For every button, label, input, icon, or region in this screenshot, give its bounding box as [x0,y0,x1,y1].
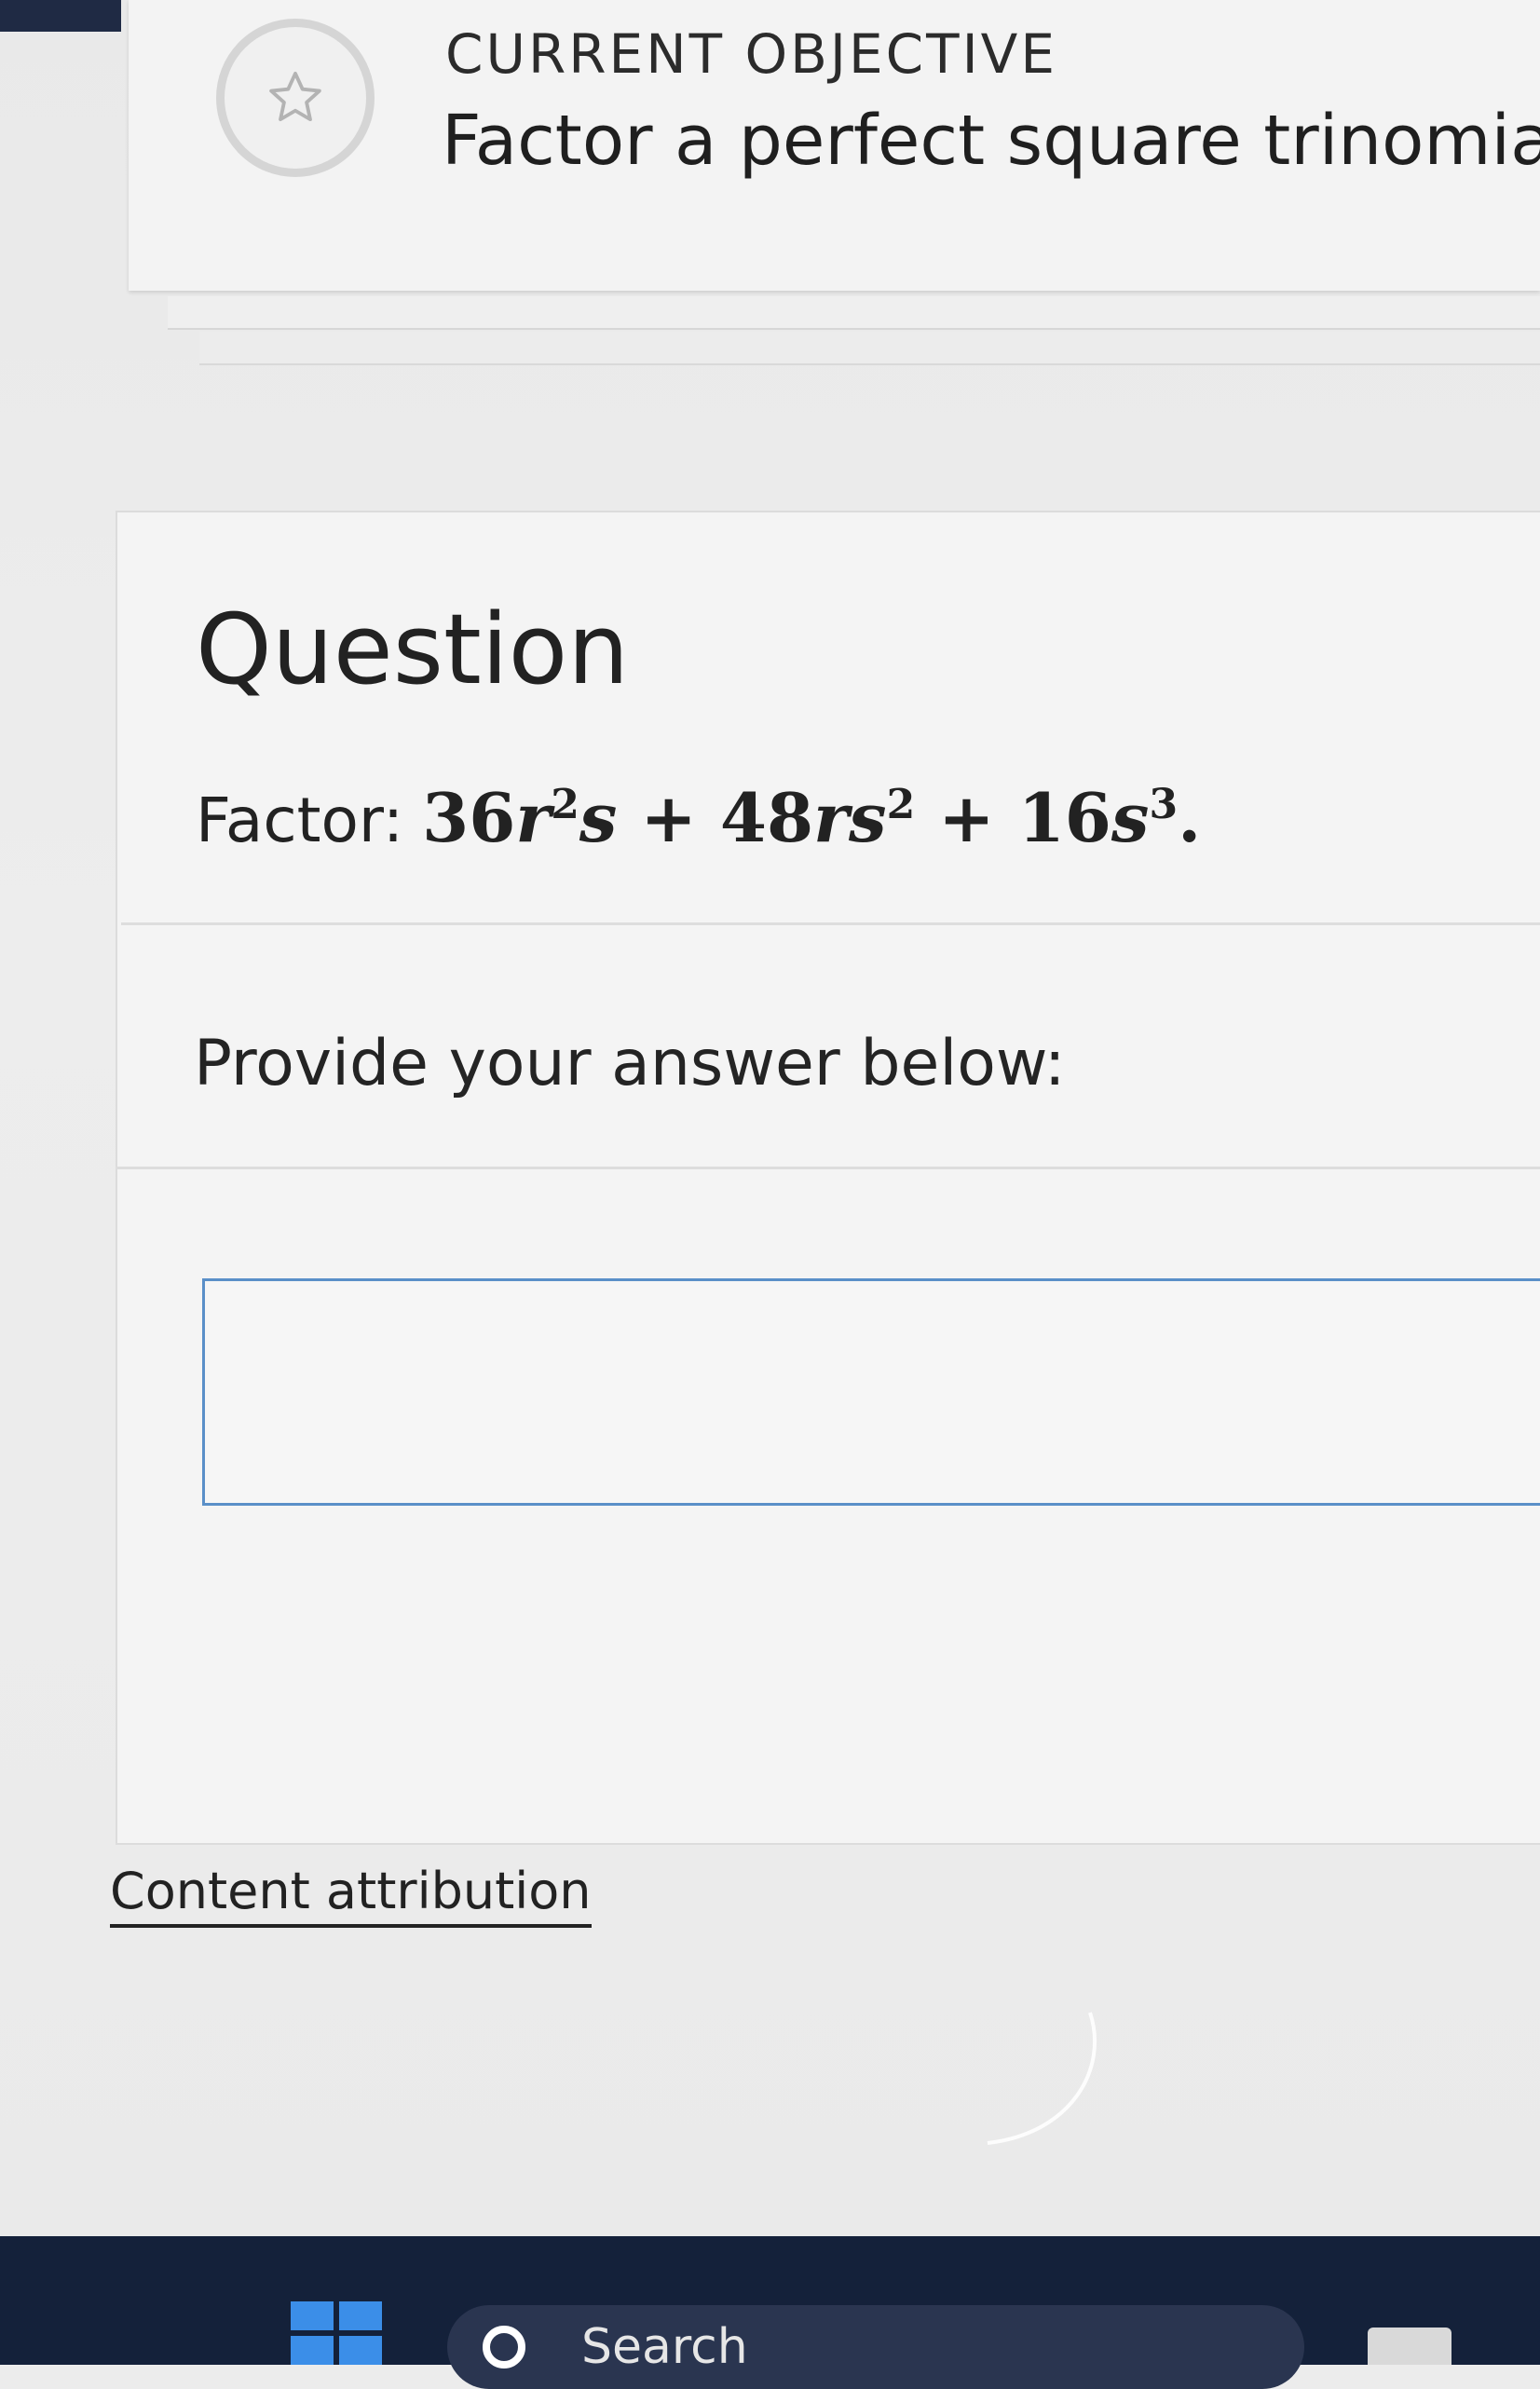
objective-badge[interactable] [216,19,375,177]
windows-logo-pane [339,2336,382,2365]
star-icon [269,71,321,122]
windows-logo-pane [291,2301,334,2330]
objective-card-stack-back [199,332,1540,365]
objective-card-stack-middle [168,296,1540,330]
term2-variable-s: s [849,778,887,857]
operator-plus-1: + [640,778,697,857]
term3-variable-s: s [1111,778,1150,857]
divider [116,1167,1540,1169]
answer-prompt: Provide your answer below: [194,1027,1066,1100]
term1-coefficient: 36 [422,778,516,857]
term2-exponent: 2 [886,781,916,828]
term2-coefficient: 48 [719,778,814,857]
tray-app-icon[interactable] [1368,2328,1451,2365]
math-expression: 36r2s + 48rs2 + 16s3. [422,778,1201,857]
taskbar-search-box[interactable]: Search [447,2305,1304,2389]
window-corner [0,0,121,32]
operator-plus-2: + [938,778,995,857]
question-prompt: Factor: 36r2s + 48rs2 + 16s3. [196,778,1201,857]
objective-title: Factor a perfect square trinomial [442,101,1540,181]
term1-variable-s: s [579,778,618,857]
divider [121,922,1540,925]
term3-exponent: 3 [1149,781,1179,828]
content-attribution-link[interactable]: Content attribution [110,1862,592,1928]
prompt-label: Factor: [196,785,404,856]
term3-coefficient: 16 [1017,778,1111,857]
search-icon [483,2326,525,2369]
answer-input[interactable] [202,1278,1540,1506]
question-heading: Question [196,593,630,706]
screen-glare-arc [987,2012,1097,2145]
expression-period: . [1178,778,1202,857]
search-placeholder: Search [581,2319,748,2375]
windows-logo-pane [291,2336,334,2365]
windows-logo-icon[interactable] [291,2301,384,2365]
term2-variable-r: r [813,778,850,857]
windows-logo-pane [339,2301,382,2330]
question-card [116,511,1540,1845]
term1-variable-r: r [515,778,552,857]
objective-label: CURRENT OBJECTIVE [445,22,1057,86]
term1-exponent: 2 [551,781,579,828]
